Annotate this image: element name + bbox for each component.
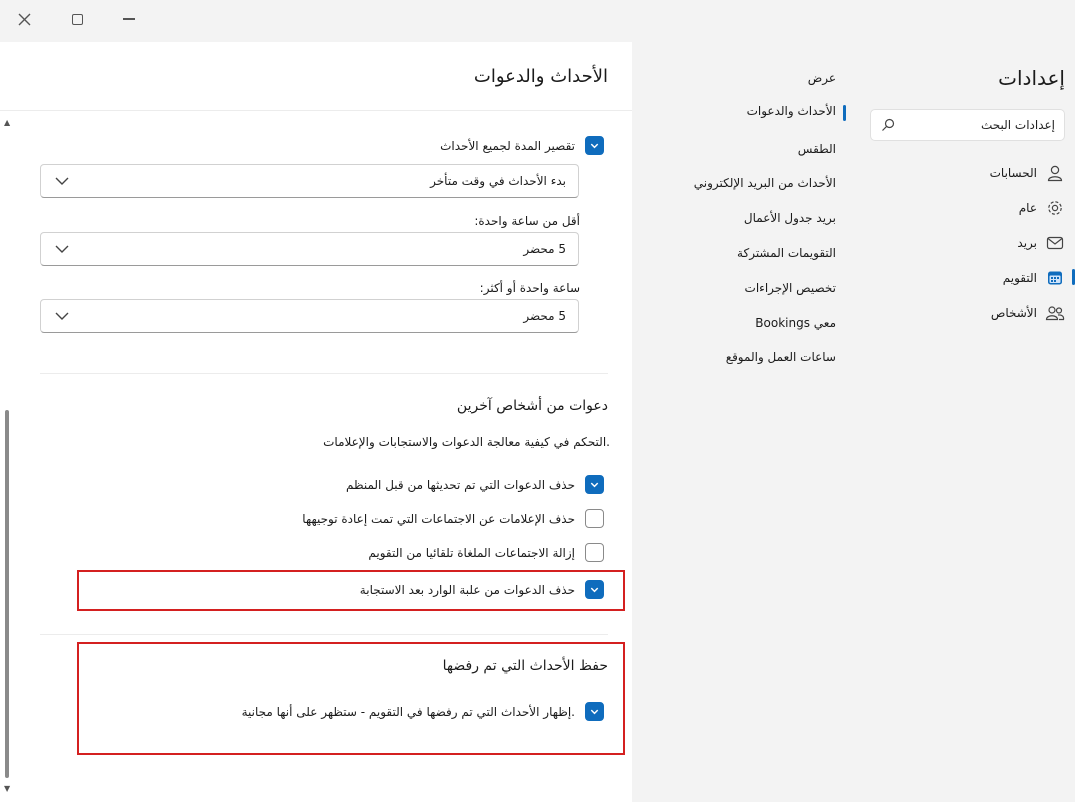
nav-item-label: الأشخاص — [990, 306, 1037, 320]
nav-item-shared-calendars[interactable]: التقويمات المشتركة — [737, 246, 836, 260]
shorten-duration-option[interactable]: تقصير المدة لجميع الأحداث — [440, 136, 604, 155]
close-icon — [18, 13, 30, 25]
chevron-down-icon — [55, 177, 69, 185]
person-icon — [1045, 163, 1065, 183]
scroll-up-arrow-icon[interactable]: ▲ — [4, 118, 10, 127]
people-icon — [1045, 303, 1065, 323]
nav-item-label: الحسابات — [989, 166, 1037, 180]
settings-search-input[interactable] — [895, 110, 1055, 140]
delete-forward-notifications-checkbox[interactable] — [585, 509, 604, 528]
close-window-button[interactable] — [12, 8, 36, 30]
nav-item-weather[interactable]: الطقس — [798, 142, 836, 156]
invitations-section-title: دعوات من أشخاص آخرين — [456, 398, 608, 414]
settings-content-pane: الأحداث والدعوات ▲ ▼ تقصير المدة لجميع ا… — [0, 42, 632, 802]
calendar-settings-nav: عرض الأحداث والدعوات الطقس الأحداث من ال… — [632, 42, 848, 802]
dropdown-value: 5 محضر — [523, 242, 566, 256]
app-title: إعدادات — [998, 66, 1065, 90]
title-divider — [0, 110, 632, 111]
nav-item-accounts[interactable]: الحسابات — [865, 159, 1065, 187]
section-divider — [40, 373, 608, 374]
checkmark-icon — [590, 143, 599, 149]
nav-item-calendar[interactable]: التقويم — [865, 264, 1075, 292]
mail-icon — [1045, 233, 1065, 253]
nav-item-label: بريد — [1017, 236, 1037, 250]
section-divider — [40, 634, 608, 635]
delete-updated-invitations-checkbox[interactable] — [585, 475, 604, 494]
highlight-box — [77, 570, 625, 611]
search-icon — [882, 118, 895, 131]
chevron-down-icon — [55, 245, 69, 253]
scrollbar-thumb[interactable] — [5, 410, 9, 778]
remove-canceled-meetings-checkbox[interactable] — [585, 543, 604, 562]
nav-item-label: التقويم — [1002, 271, 1037, 285]
gear-icon — [1045, 198, 1065, 218]
chevron-down-icon — [55, 312, 69, 320]
settings-main-nav: إعدادات الحسابات عام بريد التقويم الأشخا… — [848, 42, 1075, 802]
hour-or-more-label: ساعة واحدة أو أكثر: — [479, 281, 580, 295]
invitations-section-description: التحكم في كيفية معالجة الدعوات والاستجاب… — [323, 435, 610, 449]
calendar-icon — [1045, 268, 1065, 288]
highlight-box — [77, 642, 625, 755]
dropdown-value: بدء الأحداث في وقت متأخر — [430, 174, 566, 188]
shorten-mode-dropdown[interactable]: بدء الأحداث في وقت متأخر — [40, 164, 579, 198]
minimize-window-button[interactable] — [117, 8, 141, 30]
minimize-icon — [123, 18, 135, 20]
option-label: حذف الدعوات التي تم تحديثها من قبل المنظ… — [346, 477, 575, 492]
scroll-down-arrow-icon[interactable]: ▼ — [4, 784, 10, 793]
page-title: الأحداث والدعوات — [473, 66, 608, 87]
shorten-duration-checkbox[interactable] — [585, 136, 604, 155]
nav-item-events-invitations[interactable]: الأحداث والدعوات — [747, 104, 847, 121]
nav-item-work-hours[interactable]: ساعات العمل والموقع — [726, 350, 836, 364]
nav-item-label: عام — [1018, 201, 1037, 215]
maximize-icon — [71, 13, 83, 25]
settings-search-box[interactable] — [870, 109, 1065, 141]
nav-item-general[interactable]: عام — [865, 194, 1065, 222]
option-label: حذف الإعلامات عن الاجتماعات التي تمت إعا… — [302, 511, 575, 526]
nav-item-mail[interactable]: بريد — [865, 229, 1065, 257]
nav-item-agenda-mail[interactable]: بريد جدول الأعمال — [744, 211, 836, 225]
nav-item-events-from-email[interactable]: الأحداث من البريد الإلكتروني — [694, 176, 836, 190]
shorten-duration-label: تقصير المدة لجميع الأحداث — [440, 138, 575, 153]
remove-canceled-meetings-option[interactable]: إزالة الاجتماعات الملغاة تلقائيا من التق… — [368, 543, 604, 562]
option-label: إزالة الاجتماعات الملغاة تلقائيا من التق… — [368, 545, 575, 560]
delete-updated-invitations-option[interactable]: حذف الدعوات التي تم تحديثها من قبل المنظ… — [346, 475, 604, 494]
checkmark-icon — [590, 482, 599, 488]
less-than-hour-label: أقل من ساعة واحدة: — [474, 214, 580, 228]
dropdown-value: 5 محضر — [523, 309, 566, 323]
maximize-window-button[interactable] — [65, 8, 89, 30]
nav-item-customize-actions[interactable]: تخصيص الإجراءات — [745, 281, 836, 295]
less-than-hour-dropdown[interactable]: 5 محضر — [40, 232, 579, 266]
hour-or-more-dropdown[interactable]: 5 محضر — [40, 299, 579, 333]
nav-item-people[interactable]: الأشخاص — [865, 299, 1065, 327]
nav-item-view[interactable]: عرض — [808, 71, 836, 85]
nav-item-bookings[interactable]: Bookings معي — [755, 316, 836, 330]
delete-forward-notifications-option[interactable]: حذف الإعلامات عن الاجتماعات التي تمت إعا… — [302, 509, 604, 528]
